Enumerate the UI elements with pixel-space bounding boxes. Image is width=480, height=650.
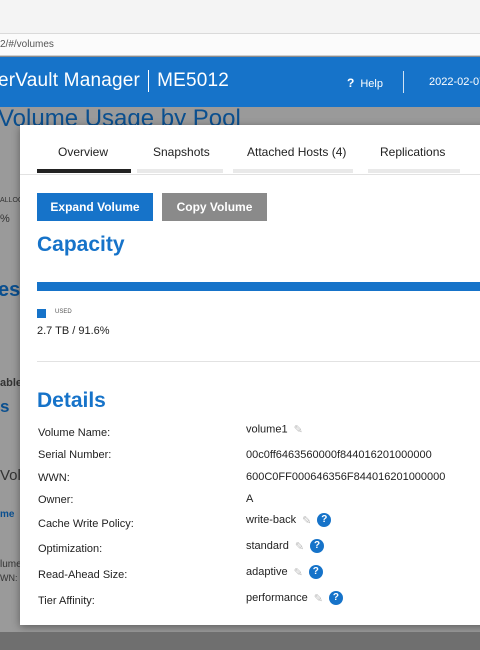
section-divider [37,361,480,362]
pencil-icon[interactable]: ✎ [294,423,303,436]
help-link[interactable]: ? Help [347,76,383,90]
background-fragment: Vol [0,467,21,484]
background-fragment: es [0,279,21,301]
tab-replications-underline [368,169,460,173]
header-divider [403,71,404,93]
app-name: erVault Manager [0,70,141,92]
background-fragment: me [0,509,15,520]
read-ahead-size-text: adaptive [246,565,288,578]
tab-snapshots[interactable]: Snapshots [153,145,210,159]
tab-attached-hosts[interactable]: Attached Hosts (4) [247,145,346,159]
read-ahead-size-value: adaptive ✎? [246,565,323,579]
read-ahead-size-label: Read-Ahead Size: [38,569,128,581]
system-model: ME5012 [157,70,230,92]
copy-volume-button[interactable]: Copy Volume [162,193,267,221]
header-date: 2022-02-07 [429,76,480,88]
tab-snapshots-underline [137,169,223,173]
wwn-label: WWN: [38,472,70,484]
legend-swatch-icon [37,309,46,318]
optimization-label: Optimization: [38,543,103,555]
capacity-title: Capacity [37,233,125,256]
tier-affinity-text: performance [246,591,308,604]
serial-number-value: 00c0ff6463560000f844016201000000 [246,449,432,461]
owner-label: Owner: [38,494,74,506]
expand-volume-button[interactable]: Expand Volume [37,193,153,221]
volume-name-text: volume1 [246,423,288,436]
pencil-icon[interactable]: ✎ [314,592,323,605]
help-label: Help [360,78,383,90]
bottom-bar [0,632,480,650]
address-bar[interactable]: 2/#/volumes [0,34,480,56]
volume-details-dialog: Overview Snapshots Attached Hosts (4) Re… [20,125,480,625]
background-fragment: s [0,397,10,416]
info-icon[interactable]: ? [310,539,325,553]
serial-number-label: Serial Number: [38,449,112,461]
tab-overview[interactable]: Overview [58,145,108,159]
optimization-value: standard ✎? [246,539,325,553]
background-fragment: lume [0,559,22,570]
background-fragment: % [0,213,10,225]
app-title: erVault Manager ME5012 [0,70,229,92]
address-url: 2/#/volumes [0,39,54,50]
cache-write-policy-text: write-back [246,513,297,526]
tier-affinity-label: Tier Affinity: [38,595,95,607]
owner-value: A [246,493,254,505]
tier-affinity-value: performance ✎? [246,591,343,605]
pencil-icon[interactable]: ✎ [302,514,311,527]
cache-write-policy-label: Cache Write Policy: [38,518,134,530]
legend-used-label: USED [55,309,72,315]
wwn-value: 600C0FF000646356F844016201000000 [246,471,446,483]
tab-replications[interactable]: Replications [380,145,445,159]
info-icon[interactable]: ? [328,591,343,605]
cache-write-policy-value: write-back ✎? [246,513,332,527]
info-icon[interactable]: ? [308,565,323,579]
capacity-used-value: 2.7 TB / 91.6% [37,325,110,337]
browser-toolbar [0,0,480,34]
volume-name-label: Volume Name: [38,427,111,439]
background-fragment: able [0,377,23,389]
capacity-usage-bar [37,282,480,291]
tab-bar: Overview Snapshots Attached Hosts (4) Re… [20,125,480,175]
optimization-text: standard [246,539,289,552]
tab-attached-hosts-underline [233,169,353,173]
volume-name-value: volume1 ✎ [246,423,303,436]
tab-overview-underline [37,169,131,173]
app-header: erVault Manager ME5012 ? Help 2022-02-07 [0,57,480,107]
info-icon[interactable]: ? [317,513,332,527]
pencil-icon[interactable]: ✎ [294,566,303,579]
help-icon: ? [347,76,355,90]
details-title: Details [37,389,106,412]
pencil-icon[interactable]: ✎ [295,540,304,553]
title-separator [148,70,150,92]
